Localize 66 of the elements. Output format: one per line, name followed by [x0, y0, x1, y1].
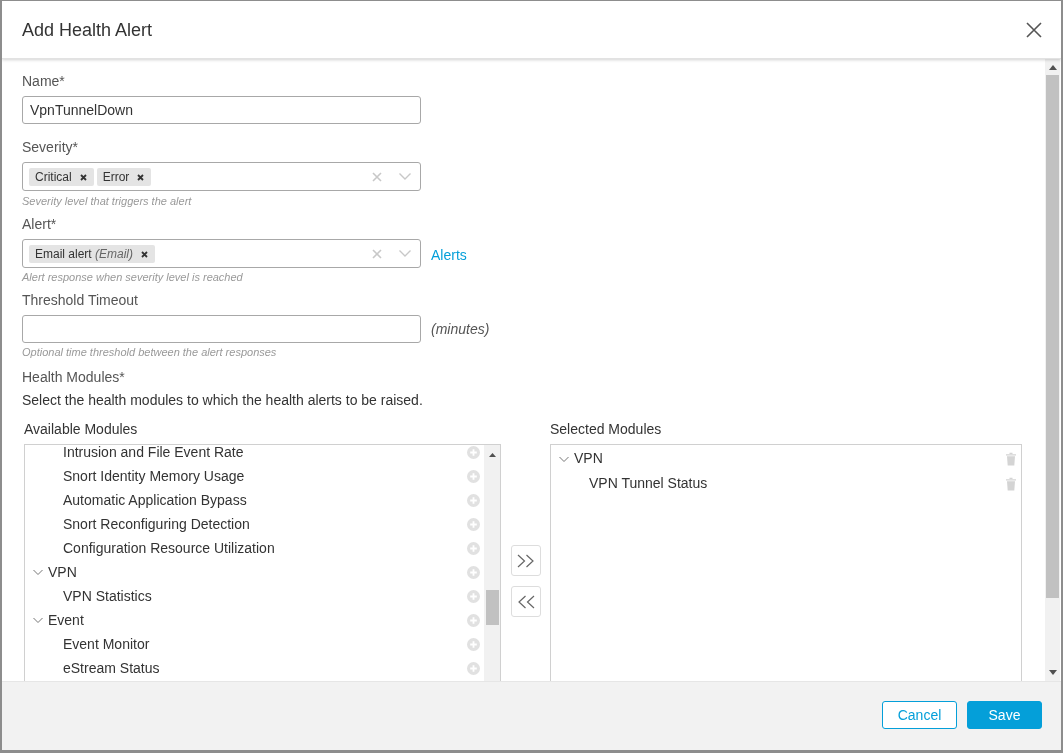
unit-label: (minutes)	[431, 321, 490, 337]
add-icon[interactable]	[467, 445, 480, 459]
scrollbar-thumb[interactable]	[1046, 75, 1059, 598]
add-icon[interactable]	[467, 493, 480, 507]
scrollbar-track[interactable]	[484, 445, 500, 681]
close-button[interactable]	[1026, 21, 1042, 38]
scroll-up-icon[interactable]	[488, 453, 496, 457]
chevron-down-icon[interactable]	[399, 173, 411, 180]
field-label: Alert*	[22, 216, 57, 233]
module-item[interactable]: VPN Tunnel Status	[589, 475, 708, 492]
module-item[interactable]: Intrusion and File Event Rate	[63, 445, 244, 461]
scroll-down-icon[interactable]	[1048, 670, 1057, 675]
module-item[interactable]: VPN Statistics	[63, 587, 152, 605]
threshold-input[interactable]	[22, 315, 421, 343]
trash-icon[interactable]	[1006, 451, 1016, 466]
module-group[interactable]: VPN	[48, 563, 77, 581]
add-selected-button[interactable]	[510, 545, 541, 576]
add-icon[interactable]	[467, 541, 480, 555]
remove-icon[interactable]	[79, 174, 87, 181]
chevron-down-icon[interactable]	[33, 615, 43, 625]
close-icon	[1026, 21, 1042, 38]
module-item[interactable]: Snort Identity Memory Usage	[63, 467, 245, 485]
add-icon[interactable]	[467, 661, 480, 675]
scrollbar-thumb[interactable]	[485, 590, 499, 625]
list-title: Selected Modules	[550, 421, 663, 438]
field-label: Severity*	[22, 139, 79, 156]
alert-select[interactable]: Email alert (Email)	[22, 239, 421, 268]
module-group[interactable]: Event	[48, 611, 84, 629]
tag-label: Error	[102, 169, 130, 184]
chevron-down-icon[interactable]	[33, 567, 43, 577]
add-icon[interactable]	[467, 517, 480, 531]
module-group[interactable]: VPN	[574, 450, 603, 467]
field-label: Name*	[22, 73, 65, 90]
add-icon[interactable]	[467, 589, 480, 603]
clear-icon[interactable]	[372, 171, 382, 182]
module-item[interactable]: Event Monitor	[63, 635, 150, 653]
remove-icon[interactable]	[137, 174, 145, 181]
field-label: Threshold Timeout	[22, 292, 138, 309]
scrollbar-track[interactable]	[1045, 59, 1060, 681]
hint-text: Alert response when severity level is reached	[22, 270, 243, 284]
module-item[interactable]: Automatic Application Bypass	[63, 491, 247, 509]
remove-selected-button[interactable]	[510, 586, 541, 617]
description-text: Select the health modules to which the health alerts to be raised.	[22, 392, 424, 409]
scroll-up-icon[interactable]	[1048, 65, 1057, 70]
add-icon[interactable]	[467, 565, 480, 579]
dialog-title: Add Health Alert	[22, 18, 153, 41]
module-item[interactable]: eStream Status	[63, 659, 160, 677]
double-chevron-right-icon	[516, 553, 535, 568]
trash-icon[interactable]	[1006, 476, 1016, 491]
add-icon[interactable]	[467, 469, 480, 483]
name-input[interactable]: VpnTunnelDown	[22, 96, 421, 124]
field-label: Health Modules*	[22, 369, 126, 386]
hint-text: Optional time threshold between the alert responses	[22, 345, 277, 359]
double-chevron-left-icon	[516, 594, 535, 609]
severity-select[interactable]: Critical Error	[22, 162, 421, 191]
module-item[interactable]: Configuration Resource Utilization	[63, 539, 275, 557]
hint-text: Severity level that triggers the alert	[22, 194, 192, 208]
add-icon[interactable]	[467, 613, 480, 627]
clear-icon[interactable]	[372, 248, 382, 259]
remove-icon[interactable]	[141, 251, 149, 258]
list-title: Available Modules	[24, 421, 139, 438]
chevron-down-icon[interactable]	[399, 250, 411, 257]
module-item[interactable]: Snort Reconfiguring Detection	[63, 515, 250, 533]
add-icon[interactable]	[467, 637, 480, 651]
tag-label: Critical	[35, 169, 72, 184]
tag-label: Email alert (Email)	[35, 246, 134, 261]
